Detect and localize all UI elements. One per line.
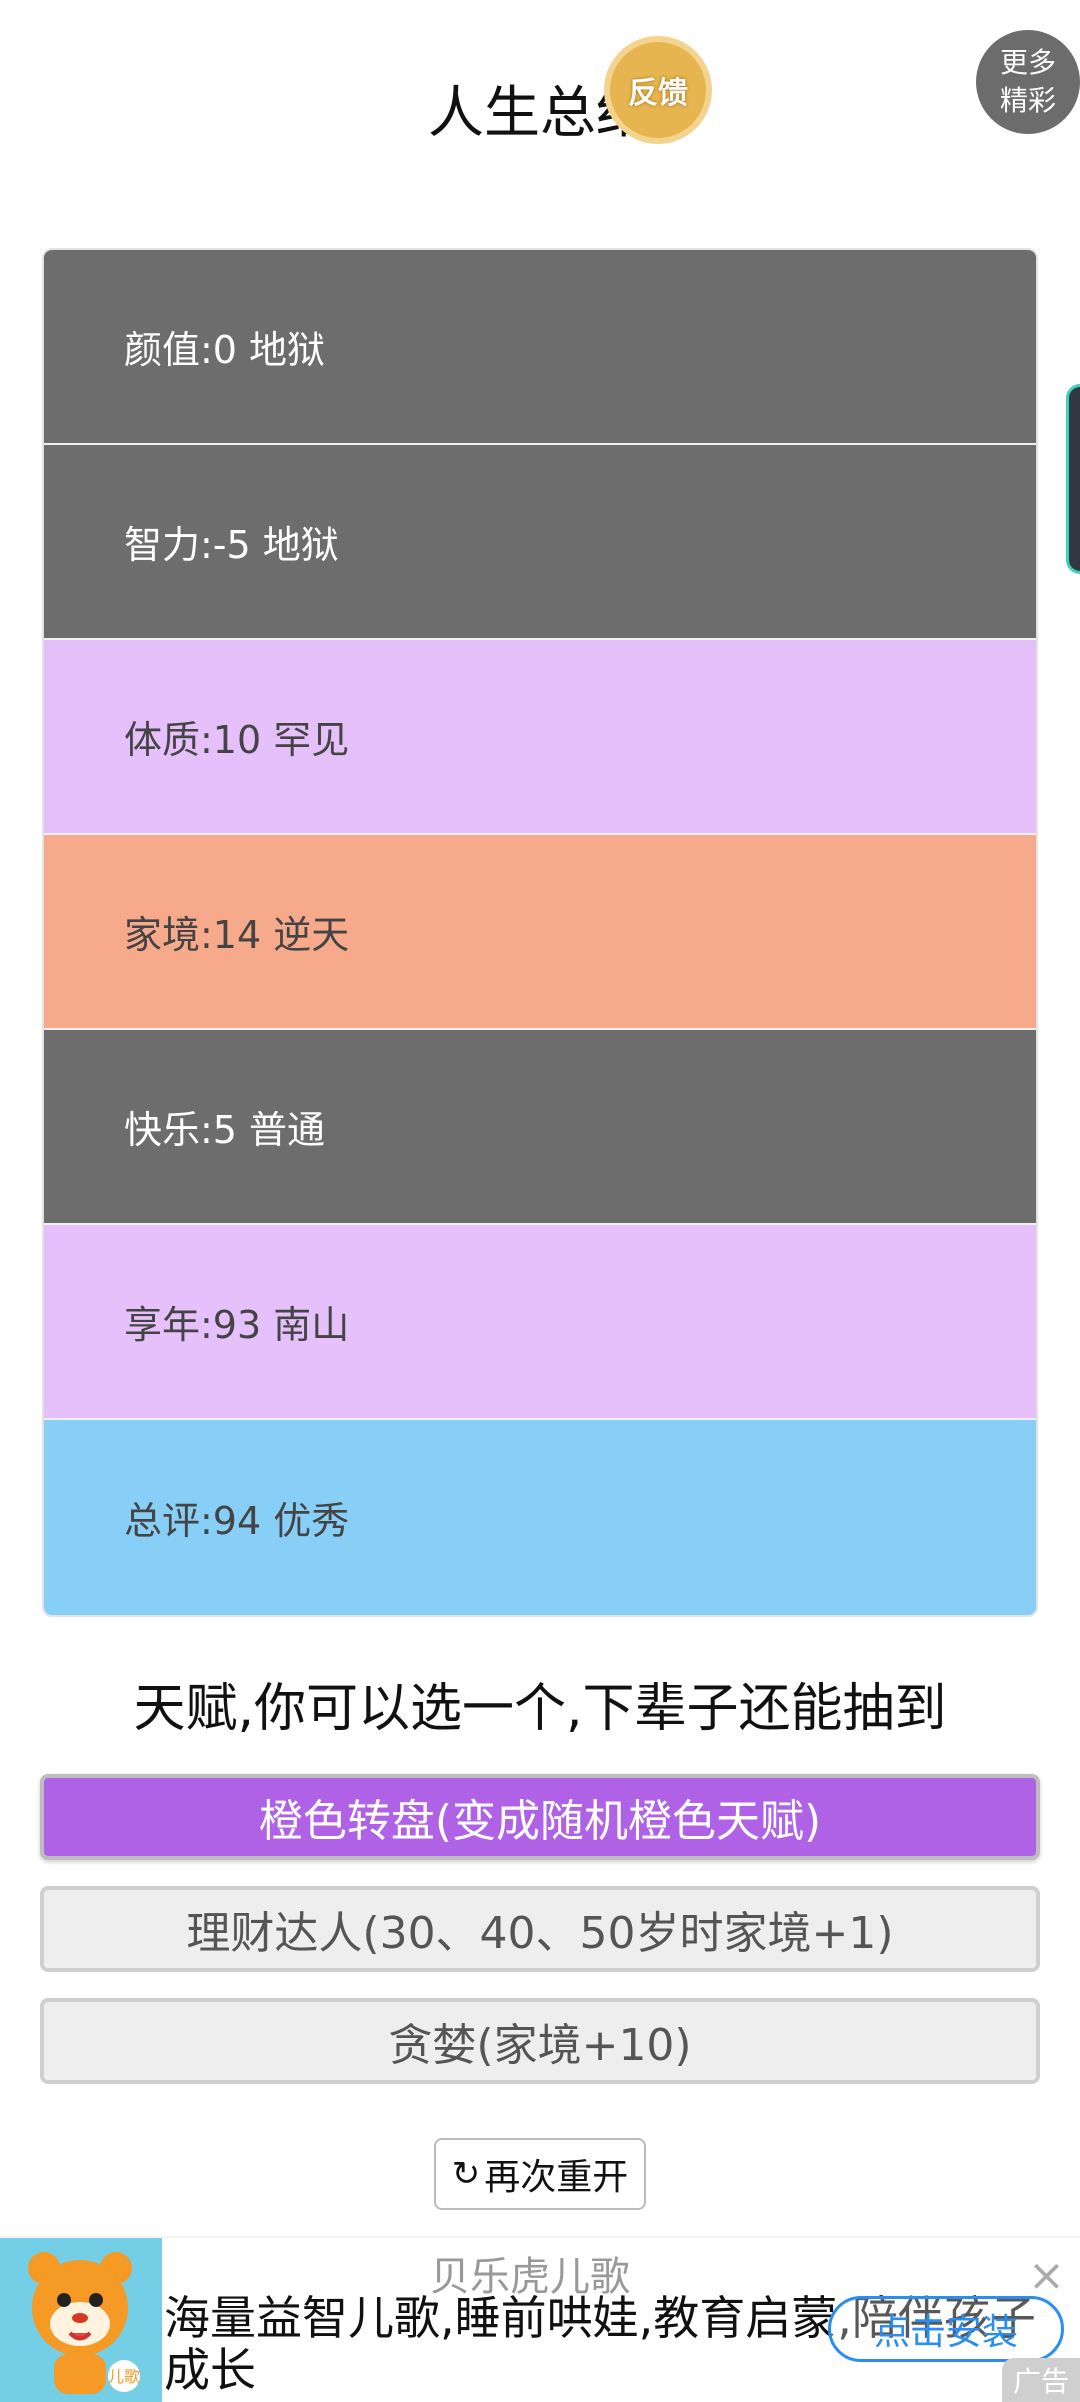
talent-option-financial-expert[interactable]: 理财达人(30、40、50岁时家境+1)	[40, 1886, 1040, 1972]
more-button[interactable]: 更多 精彩	[976, 30, 1080, 134]
feedback-button[interactable]: 反馈	[604, 36, 712, 144]
talent-option-orange-wheel[interactable]: 橙色转盘(变成随机橙色天赋)	[40, 1774, 1040, 1860]
stat-label: 智力:-5 地狱	[124, 523, 339, 567]
tiger-logo-icon: 儿歌	[0, 2238, 162, 2402]
more-label-line2: 精彩	[999, 84, 1056, 117]
stat-row-appearance: 颜值:0 地狱	[44, 250, 1036, 445]
talent-heading: 天赋,你可以选一个,下辈子还能抽到	[133, 1679, 947, 1739]
talent-option-greed[interactable]: 贪婪(家境+10)	[40, 1998, 1040, 2084]
page-title: 人生总结	[428, 81, 652, 146]
ad-banner[interactable]: 儿歌 贝乐虎儿歌 海量益智儿歌,睡前哄娃,教育启蒙,陪伴孩子成长 点击安装 × …	[0, 2236, 1080, 2402]
close-icon[interactable]: ×	[1028, 2250, 1065, 2301]
stat-label: 快乐:5 普通	[124, 1108, 326, 1152]
ad-install-button[interactable]: 点击安装	[828, 2296, 1064, 2362]
stat-label: 颜值:0 地狱	[124, 328, 326, 372]
ad-label: 广告	[1002, 2358, 1080, 2402]
stats-summary-list: 颜值:0 地狱 智力:-5 地狱 体质:10 罕见 家境:14 逆天 快乐:5 …	[42, 248, 1038, 1617]
stat-row-constitution: 体质:10 罕见	[44, 640, 1036, 835]
more-label-line1: 更多	[999, 46, 1056, 79]
side-drawer-tab[interactable]	[1066, 384, 1080, 574]
stat-row-family: 家境:14 逆天	[44, 835, 1036, 1030]
stat-label: 总评:94 优秀	[124, 1499, 350, 1543]
stat-row-lifespan: 享年:93 南山	[44, 1225, 1036, 1420]
stat-label: 家境:14 逆天	[124, 913, 350, 957]
stat-row-happiness: 快乐:5 普通	[44, 1030, 1036, 1225]
restart-label: 再次重开	[484, 2157, 629, 2198]
stat-row-overall: 总评:94 优秀	[44, 1420, 1036, 1615]
stat-row-intelligence: 智力:-5 地狱	[44, 445, 1036, 640]
stat-label: 享年:93 南山	[124, 1303, 350, 1347]
refresh-icon: ↻	[451, 2154, 481, 2194]
stat-label: 体质:10 罕见	[124, 718, 350, 762]
ad-logo-badge-text: 儿歌	[108, 2367, 140, 2386]
restart-button[interactable]: ↻ 再次重开	[434, 2138, 646, 2210]
